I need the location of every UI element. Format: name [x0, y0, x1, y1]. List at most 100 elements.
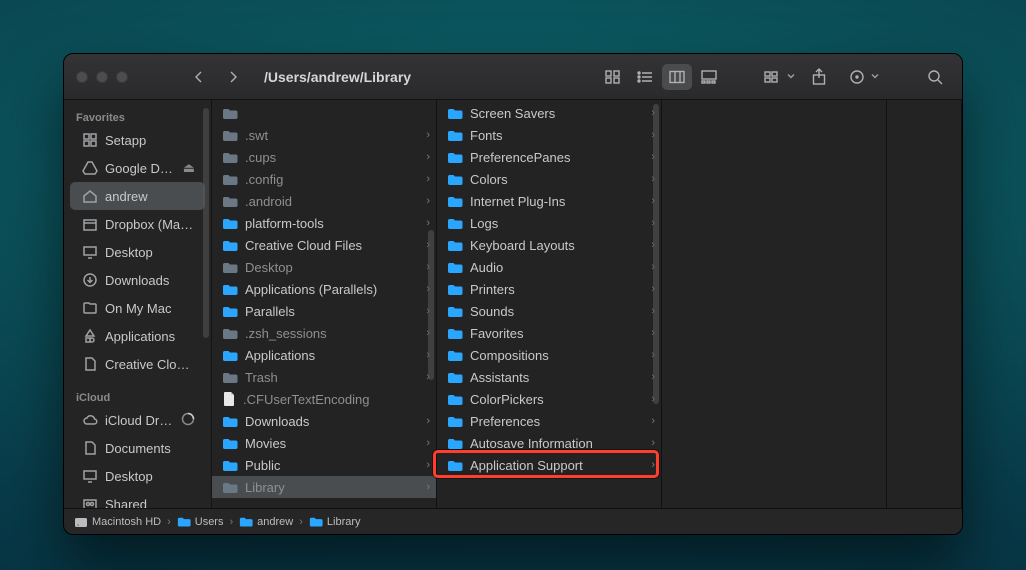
folder-icon [222, 151, 238, 163]
view-columns-button[interactable] [662, 64, 692, 90]
sidebar-item-icloud-drive[interactable]: iCloud Drive [70, 406, 205, 434]
column-1-row[interactable]: Applications› [212, 344, 436, 366]
sidebar-item-label: Documents [105, 441, 171, 456]
row-label: PreferencePanes [470, 150, 647, 165]
column-2-row[interactable]: Audio› [437, 256, 661, 278]
sidebar-item-downloads[interactable]: Downloads [70, 266, 205, 294]
path-segment[interactable]: andrew [239, 516, 293, 528]
folder-icon [222, 327, 238, 339]
column-1-row[interactable]: .android› [212, 190, 436, 212]
column-2-row[interactable]: Internet Plug-Ins› [437, 190, 661, 212]
column-2-row[interactable]: Autosave Information› [437, 432, 661, 454]
grid-icon [82, 132, 98, 148]
folder-icon [447, 217, 463, 229]
column-2-row[interactable]: PreferencePanes› [437, 146, 661, 168]
view-icons-button[interactable] [598, 64, 628, 90]
column-1-row[interactable]: Public› [212, 454, 436, 476]
sidebar-item-on-my-mac[interactable]: On My Mac [70, 294, 205, 322]
row-label: Desktop [245, 260, 422, 275]
column-2-row[interactable]: Assistants› [437, 366, 661, 388]
path-segment-label: Users [195, 516, 224, 528]
column-1-row[interactable]: Creative Cloud Files› [212, 234, 436, 256]
column-2-row[interactable]: Colors› [437, 168, 661, 190]
folder-icon [222, 371, 238, 383]
folder-icon [177, 516, 191, 527]
column-2-row[interactable]: Keyboard Layouts› [437, 234, 661, 256]
sidebar-item-applications[interactable]: Applications [70, 322, 205, 350]
column-1-row[interactable]: Trash› [212, 366, 436, 388]
chevron-right-icon: › [426, 173, 430, 185]
column-2-row[interactable]: Sounds› [437, 300, 661, 322]
search-button[interactable] [920, 64, 950, 90]
folder-icon [222, 283, 238, 295]
column-2-row[interactable]: Fonts› [437, 124, 661, 146]
sidebar-item-shared[interactable]: Shared [70, 490, 205, 508]
chevron-right-icon: › [651, 437, 655, 449]
column-1-row[interactable]: .zsh_sessions› [212, 322, 436, 344]
chevron-right-icon: › [426, 437, 430, 449]
folder-icon [447, 305, 463, 317]
column-2-row[interactable]: Compositions› [437, 344, 661, 366]
progress-icon [181, 412, 195, 429]
sidebar-item-setapp[interactable]: Setapp [70, 126, 205, 154]
share-button[interactable] [804, 64, 834, 90]
sidebar-item-creative-clou-[interactable]: Creative Clou… [70, 350, 205, 378]
column-1-row[interactable]: Downloads› [212, 410, 436, 432]
folder-icon [447, 415, 463, 427]
column-2-row[interactable]: Logs› [437, 212, 661, 234]
path-segment[interactable]: Users [177, 516, 224, 528]
column-2-row[interactable]: Preferences› [437, 410, 661, 432]
back-button[interactable] [184, 64, 214, 90]
row-label: Trash [245, 370, 422, 385]
row-label: Application Support [470, 458, 647, 473]
column-2-row[interactable]: Application Support› [437, 454, 661, 476]
folder-icon [222, 459, 238, 471]
row-label: Screen Savers [470, 106, 647, 121]
sidebar-item-google-dr-[interactable]: Google Dr… ⏏ [70, 154, 205, 182]
column-2-row[interactable]: Favorites› [437, 322, 661, 344]
folder-icon [447, 283, 463, 295]
row-label: Internet Plug-Ins [470, 194, 647, 209]
folder-icon [447, 371, 463, 383]
column-1-row[interactable]: .swt› [212, 124, 436, 146]
column-2-scrollbar[interactable] [653, 104, 659, 404]
tags-button[interactable] [842, 64, 872, 90]
folder-icon [447, 129, 463, 141]
column-2-row[interactable]: Printers› [437, 278, 661, 300]
column-1-row[interactable]: Movies› [212, 432, 436, 454]
column-1-row[interactable]: .config› [212, 168, 436, 190]
column-1-scrollbar[interactable] [428, 230, 434, 380]
column-1-row[interactable] [212, 102, 436, 124]
column-1-row[interactable]: platform-tools› [212, 212, 436, 234]
eject-icon[interactable]: ⏏ [183, 160, 195, 176]
forward-button[interactable] [218, 64, 248, 90]
minimize-dot[interactable] [96, 71, 108, 83]
path-segment[interactable]: Macintosh HD [74, 515, 161, 529]
sidebar-item-documents[interactable]: Documents [70, 434, 205, 462]
column-1-row[interactable]: Applications (Parallels)› [212, 278, 436, 300]
column-1-row[interactable]: Parallels› [212, 300, 436, 322]
column-2-row[interactable]: ColorPickers› [437, 388, 661, 410]
path-segment[interactable]: Library [309, 516, 361, 528]
sidebar-item-dropbox-ma-[interactable]: Dropbox (Ma… [70, 210, 205, 238]
close-dot[interactable] [76, 71, 88, 83]
sidebar-item-desktop[interactable]: Desktop [70, 238, 205, 266]
column-2-row[interactable]: Screen Savers› [437, 102, 661, 124]
group-button[interactable] [758, 64, 788, 90]
folder-icon [447, 151, 463, 163]
chevron-right-icon: › [426, 415, 430, 427]
chevron-right-icon: › [299, 516, 303, 528]
zoom-dot[interactable] [116, 71, 128, 83]
column-1-row[interactable]: Desktop› [212, 256, 436, 278]
sidebar-item-desktop[interactable]: Desktop [70, 462, 205, 490]
column-1-row[interactable]: Library› [212, 476, 436, 498]
view-list-button[interactable] [630, 64, 660, 90]
column-1-row[interactable]: .CFUserTextEncoding [212, 388, 436, 410]
view-gallery-button[interactable] [694, 64, 724, 90]
row-label: ColorPickers [470, 392, 647, 407]
sidebar-item-andrew[interactable]: andrew [70, 182, 205, 210]
sidebar-scrollbar[interactable] [203, 108, 209, 338]
home-icon [82, 188, 98, 204]
row-label: Assistants [470, 370, 647, 385]
column-1-row[interactable]: .cups› [212, 146, 436, 168]
